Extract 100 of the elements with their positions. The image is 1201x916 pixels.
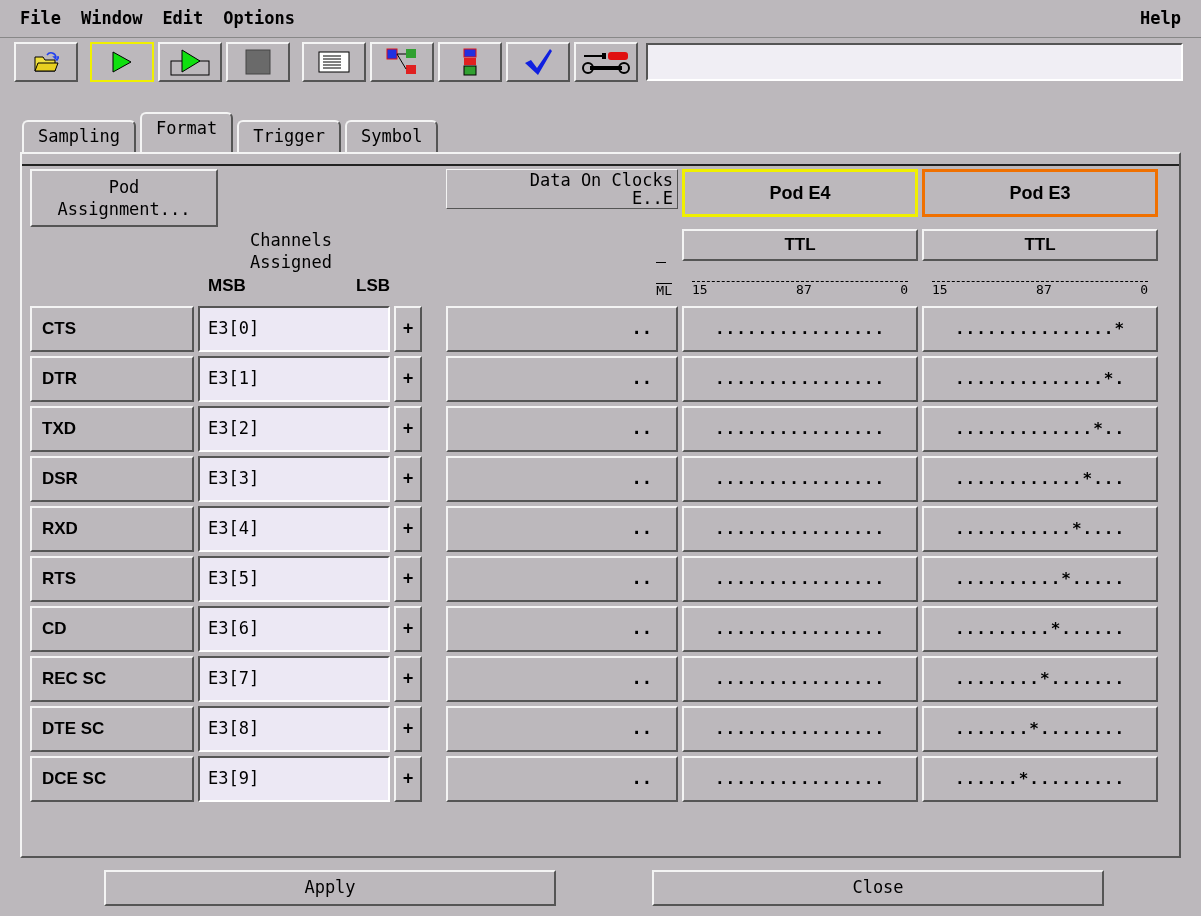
menu-item[interactable]: Options: [223, 5, 295, 32]
channel-field[interactable]: E3[3]: [198, 456, 390, 502]
clock-cell[interactable]: ..: [446, 406, 678, 452]
toolbar-button[interactable]: [370, 42, 434, 82]
clock-cell[interactable]: ..: [446, 456, 678, 502]
bit-assignment-cell[interactable]: ..........*.....: [922, 556, 1158, 602]
folder-icon: [33, 51, 59, 73]
add-button[interactable]: +: [394, 306, 422, 352]
bit-assignment-cell[interactable]: ........*.......: [922, 656, 1158, 702]
tree-diagram-icon: [386, 48, 418, 76]
menu-item[interactable]: Help: [1140, 5, 1181, 32]
bit-assignment-cell[interactable]: ..............*.: [922, 356, 1158, 402]
signal-label-button[interactable]: DTR: [30, 356, 194, 402]
clock-cell[interactable]: ..: [446, 556, 678, 602]
toolbar-button[interactable]: [14, 42, 78, 82]
channel-field[interactable]: E3[7]: [198, 656, 390, 702]
lsb-label: LSB: [356, 274, 390, 297]
stop-icon: [245, 49, 271, 75]
checkmark-icon: [523, 47, 553, 77]
clock-cell[interactable]: ..: [446, 706, 678, 752]
signal-label-button[interactable]: DSR: [30, 456, 194, 502]
channel-field[interactable]: E3[2]: [198, 406, 390, 452]
bit-assignment-cell[interactable]: ............*...: [922, 456, 1158, 502]
bit-assignment-cell[interactable]: ................: [682, 706, 918, 752]
bit-assignment-cell[interactable]: .......*........: [922, 706, 1158, 752]
signal-label-button[interactable]: CTS: [30, 306, 194, 352]
toolbar-button[interactable]: [158, 42, 222, 82]
play-frame-icon: [170, 48, 210, 76]
bit-assignment-cell[interactable]: ................: [682, 406, 918, 452]
bit-assignment-cell[interactable]: .........*......: [922, 606, 1158, 652]
pod-header: Pod E4: [682, 169, 918, 217]
bit-number: 87: [1036, 282, 1052, 298]
signal-label-button[interactable]: REC SC: [30, 656, 194, 702]
signal-label-button[interactable]: DCE SC: [30, 756, 194, 802]
add-button[interactable]: +: [394, 406, 422, 452]
signal-label-button[interactable]: CD: [30, 606, 194, 652]
clock-cell[interactable]: ..: [446, 606, 678, 652]
pod-assignment-button[interactable]: Pod Assignment...: [30, 169, 218, 227]
toolbar-button[interactable]: [438, 42, 502, 82]
bit-assignment-cell[interactable]: ...........*....: [922, 506, 1158, 552]
menu-item[interactable]: Window: [80, 5, 143, 32]
channel-field[interactable]: E3[5]: [198, 556, 390, 602]
add-button[interactable]: +: [394, 456, 422, 502]
clock-cell[interactable]: ..: [446, 356, 678, 402]
clock-cell[interactable]: ..: [446, 756, 678, 802]
channel-field[interactable]: E3[4]: [198, 506, 390, 552]
add-button[interactable]: +: [394, 506, 422, 552]
bit-assignment-cell[interactable]: ................: [682, 456, 918, 502]
tools-icon: [582, 49, 630, 75]
menu-item[interactable]: File: [20, 5, 61, 32]
module-icon: [463, 48, 477, 76]
channel-field[interactable]: E3[8]: [198, 706, 390, 752]
bit-number: 15: [692, 282, 708, 298]
add-button[interactable]: +: [394, 556, 422, 602]
add-button[interactable]: +: [394, 656, 422, 702]
threshold-button[interactable]: TTL: [682, 229, 918, 261]
threshold-button[interactable]: TTL: [922, 229, 1158, 261]
signal-label-button[interactable]: DTE SC: [30, 706, 194, 752]
bit-assignment-cell[interactable]: ................: [682, 606, 918, 652]
msb-label: MSB: [208, 274, 246, 297]
tab[interactable]: Sampling: [22, 120, 136, 152]
bit-number: 87: [796, 282, 812, 298]
bit-assignment-cell[interactable]: ......*.........: [922, 756, 1158, 802]
status-field[interactable]: [646, 43, 1183, 81]
clock-cell[interactable]: ..: [446, 506, 678, 552]
toolbar-button[interactable]: [226, 42, 290, 82]
bit-assignment-cell[interactable]: ................: [682, 506, 918, 552]
footer-button[interactable]: Close: [652, 870, 1104, 906]
bit-assignment-cell[interactable]: ................: [682, 756, 918, 802]
bit-number: 0: [900, 282, 908, 298]
toolbar-button[interactable]: [506, 42, 570, 82]
add-button[interactable]: +: [394, 706, 422, 752]
toolbar-button[interactable]: [302, 42, 366, 82]
tab[interactable]: Symbol: [344, 120, 439, 152]
bit-assignment-cell[interactable]: ................: [682, 306, 918, 352]
tab[interactable]: Format: [139, 112, 234, 152]
tab[interactable]: Trigger: [237, 120, 341, 152]
toolbar-button[interactable]: [574, 42, 638, 82]
bit-assignment-cell[interactable]: ................: [682, 356, 918, 402]
channel-field[interactable]: E3[6]: [198, 606, 390, 652]
menu-item[interactable]: Edit: [162, 5, 204, 32]
channel-field[interactable]: E3[1]: [198, 356, 390, 402]
add-button[interactable]: +: [394, 356, 422, 402]
signal-label-button[interactable]: RXD: [30, 506, 194, 552]
clock-cell[interactable]: ..: [446, 656, 678, 702]
add-button[interactable]: +: [394, 606, 422, 652]
channel-field[interactable]: E3[0]: [198, 306, 390, 352]
bit-assignment-cell[interactable]: .............*..: [922, 406, 1158, 452]
channels-assigned-label: Channels Assigned: [249, 228, 333, 273]
bit-assignment-cell[interactable]: ................: [682, 556, 918, 602]
list-icon: [318, 51, 350, 73]
signal-label-button[interactable]: TXD: [30, 406, 194, 452]
bit-assignment-cell[interactable]: ...............*: [922, 306, 1158, 352]
bit-assignment-cell[interactable]: ................: [682, 656, 918, 702]
clock-cell[interactable]: ..: [446, 306, 678, 352]
data-on-clocks-button[interactable]: Data On Clocks E..E: [446, 169, 678, 209]
signal-label-button[interactable]: RTS: [30, 556, 194, 602]
add-button[interactable]: +: [394, 756, 422, 802]
footer-button[interactable]: Apply: [104, 870, 556, 906]
channel-field[interactable]: E3[9]: [198, 756, 390, 802]
